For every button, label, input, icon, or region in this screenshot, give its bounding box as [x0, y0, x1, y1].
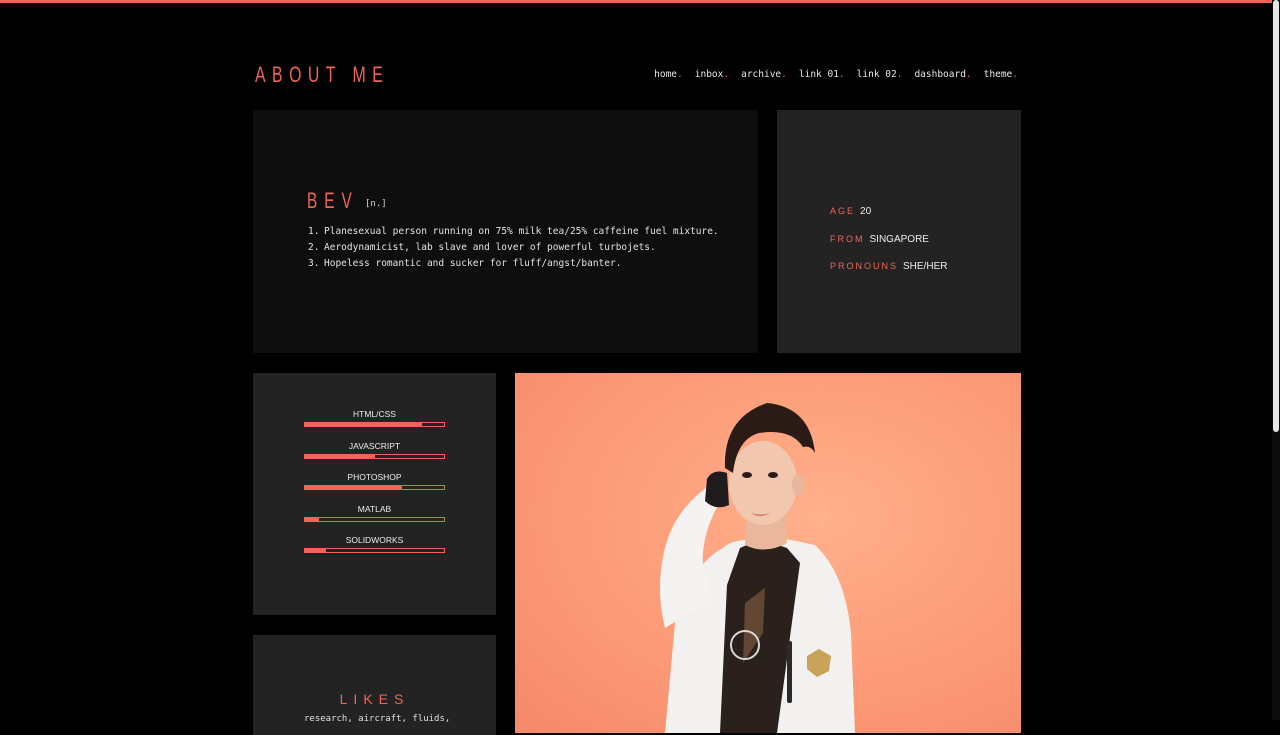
- info-row-from: FROM SINGAPORE: [830, 226, 947, 254]
- page-title: ABOUT ME: [255, 62, 390, 87]
- nav-link-home[interactable]: home.: [654, 69, 683, 80]
- nav-link-label: inbox: [694, 69, 724, 80]
- page-scrollbar[interactable]: [1272, 0, 1280, 720]
- scrollbar-thumb[interactable]: [1273, 0, 1279, 432]
- skill-bar-fill: [305, 549, 326, 552]
- info-key: FROM: [830, 233, 865, 244]
- skill-item: MATLAB: [304, 504, 445, 522]
- portrait-photo: [515, 373, 1021, 733]
- skill-bar: [304, 485, 445, 490]
- nav-link-archive[interactable]: archive.: [741, 69, 787, 80]
- skill-bar-fill: [305, 454, 375, 458]
- skill-item: SOLIDWORKS: [304, 535, 445, 553]
- nav-link-theme[interactable]: theme.: [984, 69, 1018, 80]
- nav-dot: .: [1012, 69, 1018, 80]
- list-text: Hopeless romantic and sucker for fluff/a…: [324, 258, 622, 269]
- skill-bar: [304, 422, 445, 427]
- nav-link-label: link 02: [856, 69, 897, 80]
- bio-part-of-speech: [n.]: [365, 199, 387, 209]
- nav-dot: .: [896, 69, 903, 80]
- skills-card: HTML/CSS JAVASCRIPT PHOTOSHOP MATLAB SOL…: [253, 373, 496, 615]
- top-accent-bar: [0, 0, 1280, 3]
- skills-list: HTML/CSS JAVASCRIPT PHOTOSHOP MATLAB SOL…: [304, 409, 445, 567]
- likes-card: LIKES research, aircraft, fluids,: [253, 635, 496, 735]
- nav-link-inbox[interactable]: inbox.: [695, 69, 729, 80]
- skill-label: PHOTOSHOP: [347, 472, 402, 482]
- nav-dot: .: [838, 69, 845, 80]
- eye-shape: [742, 472, 752, 478]
- top-nav: home. inbox. archive. link 01. link 02. …: [654, 69, 1018, 80]
- info-key: PRONOUNS: [830, 261, 899, 271]
- list-text: Planesexual person running on 75% milk t…: [324, 226, 719, 237]
- ear-shape: [792, 474, 804, 496]
- nav-dot: .: [965, 69, 972, 80]
- list-number: 3.: [308, 258, 320, 269]
- nav-link-label: theme: [983, 69, 1013, 80]
- info-row-pronouns: PRONOUNS SHE/HER: [830, 253, 947, 281]
- skill-label: JAVASCRIPT: [348, 440, 401, 451]
- bio-name: BEV: [307, 188, 359, 213]
- info-key: AGE: [830, 206, 856, 216]
- info-value: 20: [860, 206, 872, 217]
- nav-dot: .: [781, 69, 787, 80]
- skill-bar: [304, 453, 445, 459]
- eye-shape: [768, 472, 778, 478]
- info-rows: AGE 20 FROM SINGAPORE PRONOUNS SHE/HER: [830, 198, 947, 281]
- skill-item: PHOTOSHOP: [304, 472, 445, 490]
- skill-bar: [304, 548, 445, 553]
- nav-link-link-02[interactable]: link 02.: [857, 69, 903, 80]
- list-item: 2. Aerodynamicist, lab slave and lover of…: [308, 240, 719, 256]
- skill-label: HTML/CSS: [353, 409, 396, 419]
- nav-dot: .: [723, 69, 730, 80]
- nav-link-label: link 01: [798, 69, 839, 80]
- likes-title: LIKES: [339, 691, 410, 707]
- info-row-age: AGE 20: [830, 198, 947, 226]
- skill-label: MATLAB: [357, 503, 392, 514]
- zipper-shape: [787, 641, 792, 703]
- skill-bar-fill: [305, 517, 319, 521]
- nav-link-label: dashboard: [914, 69, 966, 80]
- nav-link-label: archive: [741, 69, 782, 80]
- skill-label: SOLIDWORKS: [345, 535, 404, 545]
- bio-heading: BEV [n.]: [307, 188, 387, 214]
- skill-bar: [304, 516, 445, 522]
- list-number: 1.: [308, 226, 320, 237]
- skill-item: JAVASCRIPT: [304, 441, 445, 459]
- list-number: 2.: [308, 242, 320, 253]
- list-text: Aerodynamicist, lab slave and lover of p…: [324, 242, 656, 253]
- list-item: 1. Planesexual person running on 75% milk…: [308, 224, 719, 240]
- nav-link-label: home: [654, 69, 678, 80]
- skill-bar-fill: [305, 423, 422, 426]
- skill-bar-fill: [305, 486, 403, 489]
- cuff-shape: [705, 471, 729, 508]
- info-value: SINGAPORE: [869, 233, 929, 245]
- nav-link-dashboard[interactable]: dashboard.: [914, 69, 971, 80]
- bio-definition-list: 1. Planesexual person running on 75% milk…: [308, 224, 719, 272]
- nav-link-link-01[interactable]: link 01.: [799, 69, 845, 80]
- face-shape: [729, 441, 797, 525]
- portrait-illustration: [660, 403, 855, 733]
- list-item: 3. Hopeless romantic and sucker for fluff…: [308, 256, 719, 272]
- skill-item: HTML/CSS: [304, 409, 445, 427]
- nav-dot: .: [677, 69, 683, 80]
- info-value: SHE/HER: [903, 261, 948, 272]
- likes-items: research, aircraft, fluids,: [304, 714, 451, 724]
- info-card: AGE 20 FROM SINGAPORE PRONOUNS SHE/HER: [777, 110, 1021, 353]
- bio-card: BEV [n.] 1. Planesexual person running on…: [253, 110, 758, 353]
